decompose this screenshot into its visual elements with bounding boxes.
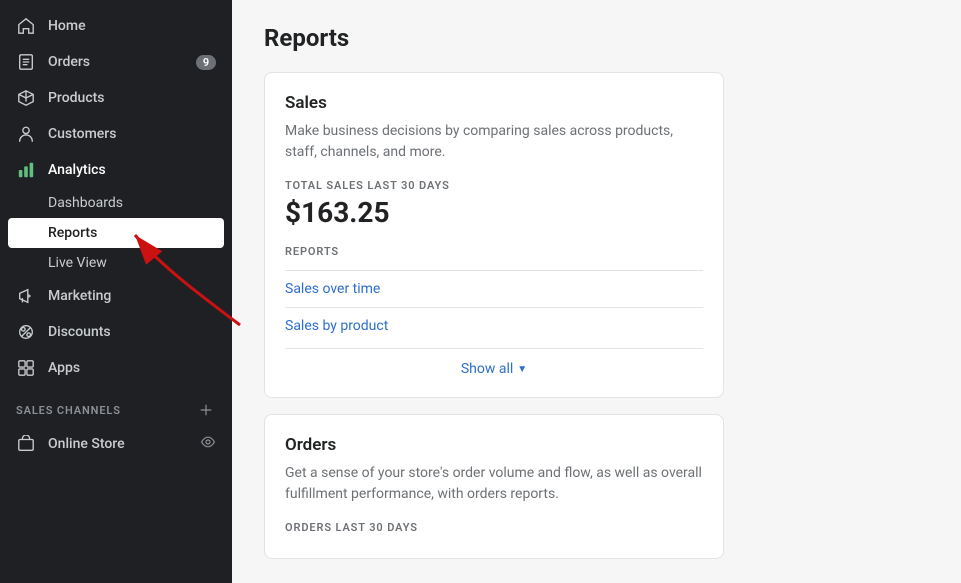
orders-card-description: Get a sense of your store's order volume… bbox=[285, 463, 703, 505]
sidebar-item-liveview[interactable]: Live View bbox=[0, 248, 232, 278]
total-sales-value: $163.25 bbox=[285, 196, 703, 229]
chevron-down-icon: ▼ bbox=[517, 364, 527, 375]
sales-over-time-link[interactable]: Sales over time bbox=[285, 270, 703, 307]
sales-channels-label: SALES CHANNELS bbox=[16, 404, 121, 417]
home-icon bbox=[16, 16, 36, 36]
sales-by-product-link[interactable]: Sales by product bbox=[285, 307, 703, 344]
sidebar-item-analytics-label: Analytics bbox=[48, 162, 106, 178]
online-store-icon bbox=[16, 434, 36, 454]
sidebar-item-apps[interactable]: Apps bbox=[0, 350, 232, 386]
sidebar-item-home[interactable]: Home bbox=[0, 8, 232, 44]
products-icon bbox=[16, 88, 36, 108]
total-sales-label: TOTAL SALES LAST 30 DAYS bbox=[285, 179, 703, 192]
sidebar-item-orders[interactable]: Orders 9 bbox=[0, 44, 232, 80]
main-content: Reports Sales Make business decisions by… bbox=[232, 0, 961, 583]
sidebar-item-online-store[interactable]: Online Store bbox=[0, 426, 232, 462]
analytics-icon bbox=[16, 160, 36, 180]
discounts-icon bbox=[16, 322, 36, 342]
orders-stat-label: ORDERS LAST 30 DAYS bbox=[285, 521, 703, 534]
sidebar: Home Orders 9 Products bbox=[0, 0, 232, 583]
sidebar-item-discounts[interactable]: Discounts bbox=[0, 314, 232, 350]
orders-card-title: Orders bbox=[285, 435, 703, 455]
page-title: Reports bbox=[264, 24, 929, 52]
reports-section-label: REPORTS bbox=[285, 245, 703, 258]
sidebar-item-customers-label: Customers bbox=[48, 126, 116, 142]
sales-channels-header: SALES CHANNELS bbox=[0, 386, 232, 426]
orders-badge: 9 bbox=[196, 55, 216, 70]
sidebar-item-dashboards[interactable]: Dashboards bbox=[0, 188, 232, 218]
add-sales-channel-button[interactable] bbox=[196, 400, 216, 420]
sidebar-item-discounts-label: Discounts bbox=[48, 324, 111, 340]
sidebar-item-reports[interactable]: Reports bbox=[8, 218, 224, 248]
sidebar-item-marketing-label: Marketing bbox=[48, 288, 111, 304]
sidebar-item-marketing[interactable]: Marketing bbox=[0, 278, 232, 314]
show-all-button[interactable]: Show all ▼ bbox=[285, 348, 703, 377]
sidebar-item-home-label: Home bbox=[48, 18, 86, 34]
sidebar-item-products-label: Products bbox=[48, 90, 105, 106]
sales-card: Sales Make business decisions by compari… bbox=[264, 72, 724, 398]
sidebar-item-products[interactable]: Products bbox=[0, 80, 232, 116]
marketing-icon bbox=[16, 286, 36, 306]
sidebar-item-online-store-label: Online Store bbox=[48, 436, 125, 452]
sidebar-item-apps-label: Apps bbox=[48, 360, 80, 376]
online-store-eye-icon[interactable] bbox=[200, 434, 216, 454]
analytics-subnav: Dashboards Reports Live View bbox=[0, 188, 232, 278]
sales-card-title: Sales bbox=[285, 93, 703, 113]
sales-card-description: Make business decisions by comparing sal… bbox=[285, 121, 703, 163]
sidebar-item-customers[interactable]: Customers bbox=[0, 116, 232, 152]
orders-card: Orders Get a sense of your store's order… bbox=[264, 414, 724, 559]
sidebar-item-analytics[interactable]: Analytics bbox=[0, 152, 232, 188]
orders-icon bbox=[16, 52, 36, 72]
customers-icon bbox=[16, 124, 36, 144]
apps-icon bbox=[16, 358, 36, 378]
sidebar-item-orders-label: Orders bbox=[48, 54, 90, 70]
